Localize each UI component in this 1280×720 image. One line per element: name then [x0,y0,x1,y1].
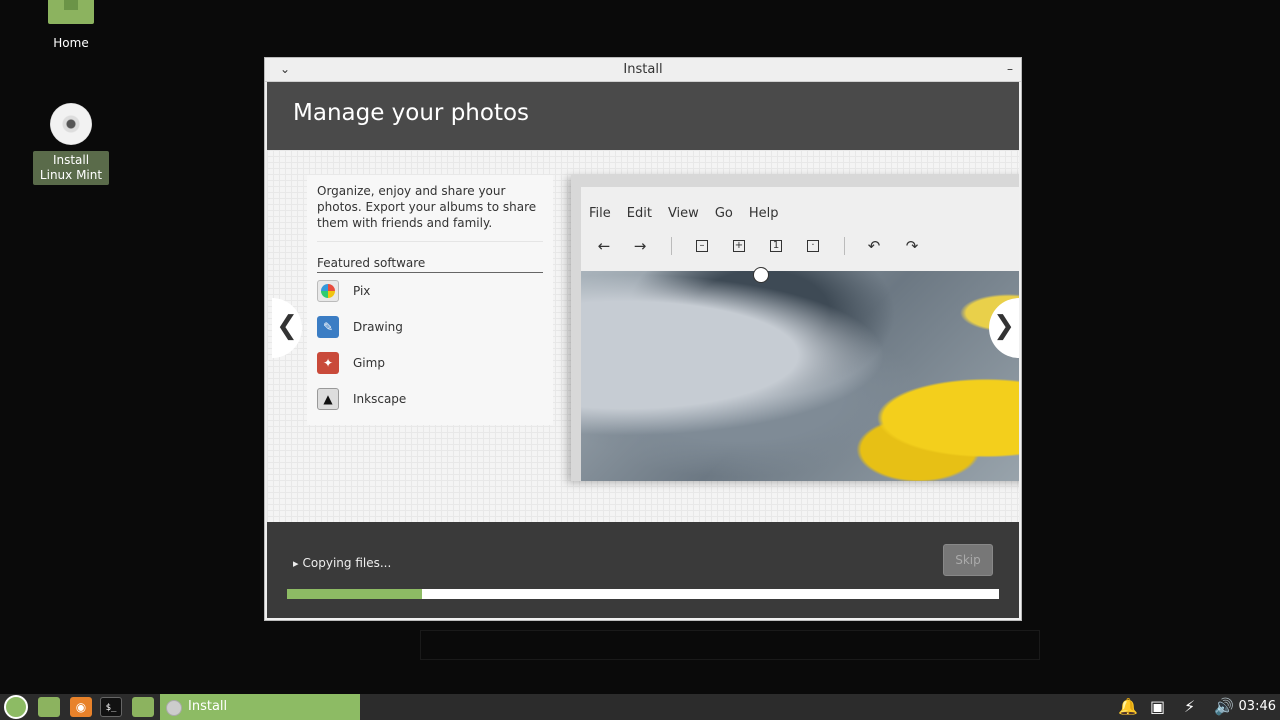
rotate-left-icon: ↶ [867,237,881,255]
menu-help: Help [748,206,779,221]
gimp-icon: ✦ [317,352,339,374]
toolbar-separator [844,237,845,255]
progress-bar [287,589,999,599]
app-name: Inkscape [353,392,407,406]
installer-window: ⌄ Install – Manage your photos Organize,… [264,57,1022,621]
desktop-home-label: Home [53,36,89,50]
zoom-out-icon: – [696,240,708,252]
app-item-drawing: ✎ Drawing [307,309,553,345]
status-text[interactable]: Copying files... [293,556,392,570]
minimize-icon[interactable]: – [989,58,1013,82]
previous-slide-button[interactable]: ❮ [272,298,302,358]
taskbar-install-task[interactable]: Install [160,694,360,720]
power-icon[interactable]: ⚡ [1184,694,1195,720]
zoom-normal-icon: 1 [770,240,782,252]
menu-go: Go [714,206,733,221]
window-menu-icon[interactable]: ⌄ [273,58,297,82]
app-name: Drawing [353,320,403,334]
home-folder-icon [48,0,94,24]
desktop-install-label: Install Linux Mint [33,151,109,185]
menu-edit: Edit [626,206,652,221]
progress-area: Copying files... Skip [267,522,1019,618]
menu-file: File [589,206,611,221]
busy-cursor-icon [753,267,769,283]
pix-icon [317,280,339,302]
background-window-edge [420,630,1040,660]
zoom-fit-icon: · [807,240,819,252]
text-panel: Organize, enjoy and share your photos. E… [307,175,553,425]
back-arrow-icon: ← [597,237,611,255]
disc-icon [50,103,92,145]
description-text: Organize, enjoy and share your photos. E… [317,184,537,230]
zoom-in-icon: + [733,240,745,252]
rotate-right-icon: ↷ [905,237,919,255]
network-icon[interactable]: ▣ [1150,694,1165,720]
window-titlebar[interactable]: ⌄ Install – [265,58,1021,82]
app-item-pix: Pix [307,273,553,309]
terminal-icon[interactable]: $_ [100,697,122,717]
desktop-home-icon[interactable]: Home [33,0,109,53]
show-desktop-icon[interactable] [38,697,60,717]
screenshot-window: File Edit View Go Help ← → – + 1 · ↶ ↷ [581,187,1019,481]
app-item-inkscape: ▲ Inkscape [307,381,553,417]
app-screenshot: File Edit View Go Help ← → – + 1 · ↶ ↷ [571,175,1019,481]
featured-software-heading: Featured software [317,241,543,273]
forward-arrow-icon: → [633,237,647,255]
screenshot-toolbar: ← → – + 1 · ↶ ↷ [581,223,1019,271]
slideshow-content: Organize, enjoy and share your photos. E… [267,150,1019,522]
mint-menu-icon[interactable] [4,695,28,719]
files-icon[interactable] [132,697,154,717]
skip-button[interactable]: Skip [943,544,993,576]
screenshot-menubar: File Edit View Go Help [581,187,1019,223]
menu-view: View [667,206,699,221]
toolbar-separator [671,237,672,255]
taskbar: ◉ $_ Install 🔔 ▣ ⚡ 🔊 03:46 [0,694,1280,720]
app-name: Pix [353,284,371,298]
firefox-icon[interactable]: ◉ [70,697,92,717]
notifications-icon[interactable]: 🔔 [1118,694,1138,720]
progress-fill [287,589,423,599]
volume-icon[interactable]: 🔊 [1214,694,1234,720]
desktop-install-icon[interactable]: Install Linux Mint [33,103,109,185]
drawing-icon: ✎ [317,316,339,338]
flower-photo [581,271,1019,481]
app-name: Gimp [353,356,385,370]
app-item-gimp: ✦ Gimp [307,345,553,381]
inkscape-icon: ▲ [317,388,339,410]
clock[interactable]: 03:46 [1239,694,1276,720]
page-title: Manage your photos [267,82,1019,150]
window-title: Install [623,62,663,77]
